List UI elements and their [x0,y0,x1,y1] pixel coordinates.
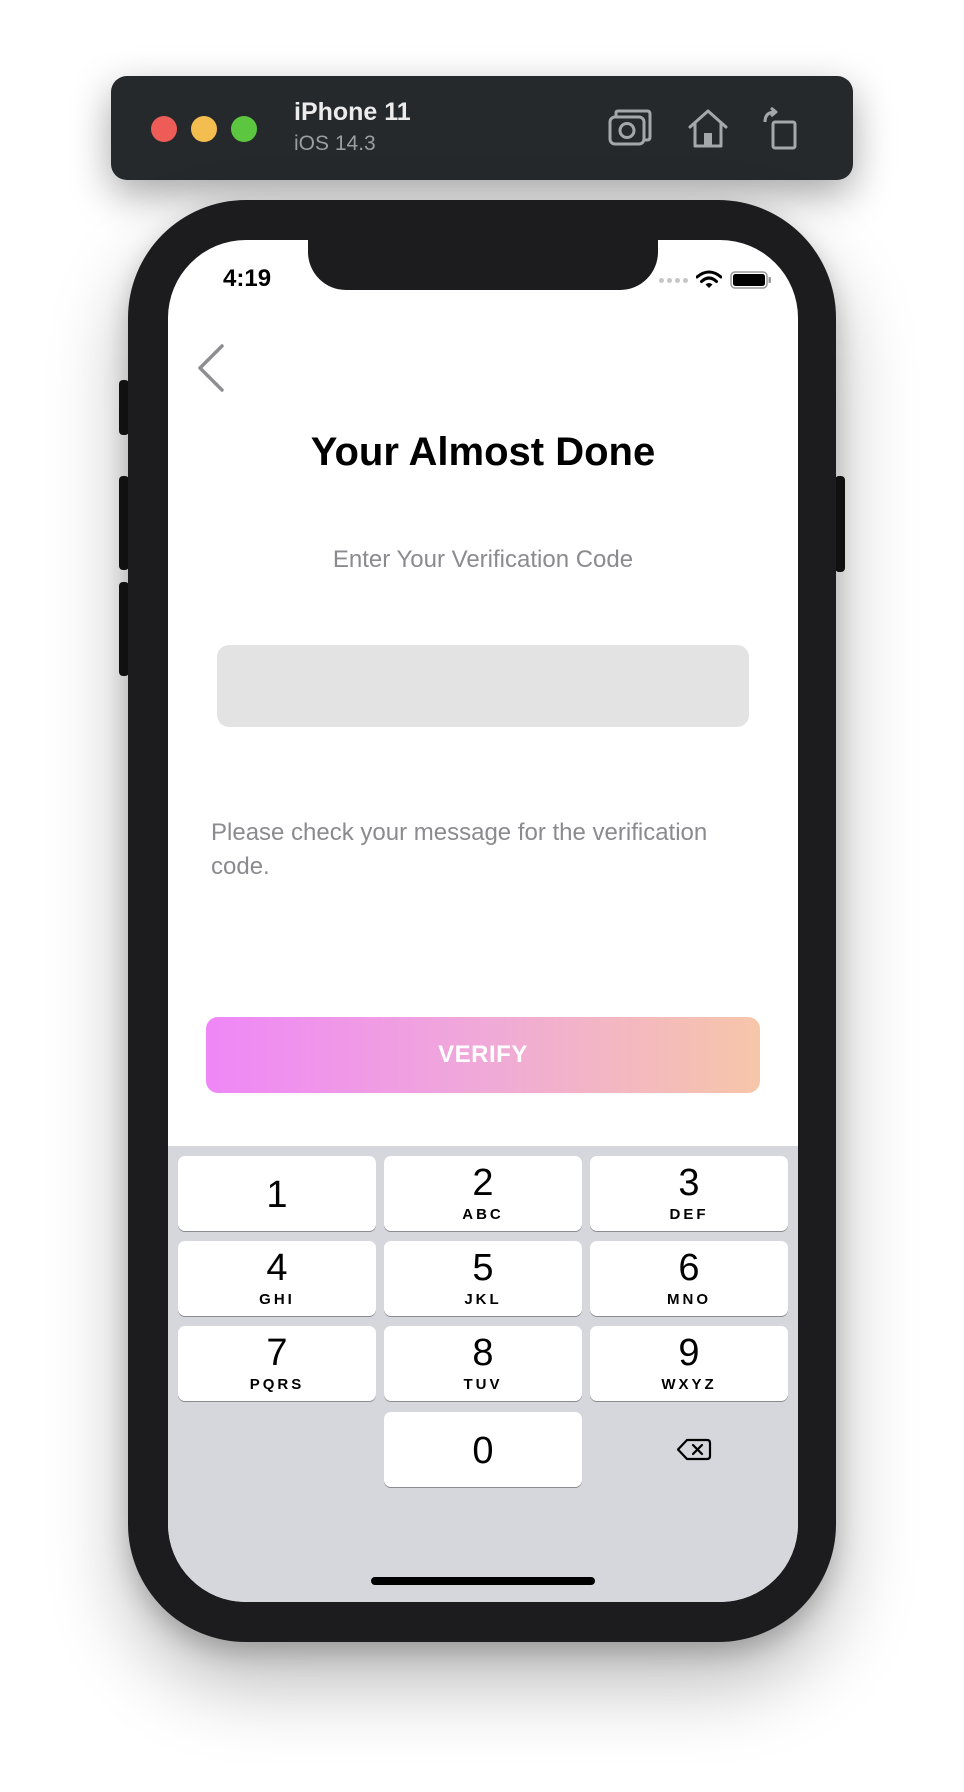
key-1[interactable]: 1 [178,1156,376,1231]
key-digit: 6 [678,1247,700,1289]
power-button [835,476,845,572]
page-title: Your Almost Done [310,430,656,474]
delete-backspace-icon [676,1438,712,1461]
minimize-window-button[interactable] [191,116,217,142]
rotate-button[interactable] [759,106,805,150]
key-9[interactable]: 9 WXYZ [590,1326,788,1401]
phone-screen: 4:19 Your Almost Done Enter Your Verific… [168,240,798,1602]
close-window-button[interactable] [151,116,177,142]
simulator-title-bar: iPhone 11 iOS 14.3 [111,76,853,180]
rotate-icon [763,106,797,150]
cellular-signal-icon [659,277,688,283]
status-time: 4:19 [223,265,272,292]
device-name: iPhone 11 [294,98,411,126]
key-letters: JKL [464,1291,502,1308]
key-7[interactable]: 7 PQRS [178,1326,376,1401]
key-digit: 3 [678,1162,700,1204]
key-digit: 5 [472,1247,494,1289]
verify-button[interactable]: VERIFY [206,1017,760,1093]
home-button[interactable] [685,106,731,150]
verification-hint: Please check your message for the verifi… [211,819,708,880]
key-4[interactable]: 4 GHI [178,1241,376,1316]
wifi-icon [696,270,722,288]
key-letters: GHI [259,1291,295,1308]
key-digit: 1 [266,1174,288,1216]
zoom-window-button[interactable] [231,116,257,142]
os-version: iOS 14.3 [294,132,376,155]
camera-icon [608,109,652,146]
chevron-left-icon [198,344,224,392]
notch [308,240,658,290]
key-letters: ABC [462,1206,504,1223]
key-2[interactable]: 2 ABC [384,1156,582,1231]
key-digit: 4 [266,1247,288,1289]
key-letters: MNO [667,1291,711,1308]
key-8[interactable]: 8 TUV [384,1326,582,1401]
key-digit: 8 [472,1332,494,1374]
status-indicators [659,268,772,292]
verification-subtitle: Enter Your Verification Code [332,546,634,573]
key-letters: WXYZ [661,1376,717,1393]
key-3[interactable]: 3 DEF [590,1156,788,1231]
key-digit: 2 [472,1162,494,1204]
key-5[interactable]: 5 JKL [384,1241,582,1316]
home-indicator [371,1577,595,1585]
back-button[interactable] [190,340,234,396]
verification-code-input[interactable] [217,645,749,727]
key-6[interactable]: 6 MNO [590,1241,788,1316]
battery-icon [730,271,771,289]
delete-key[interactable] [590,1412,788,1487]
numeric-keyboard: 1 2 ABC 3 DEF 4 GHI 5 JKL 6 MNO 7 PQRS 8… [168,1146,798,1602]
key-letters: TUV [463,1376,503,1393]
key-letters: DEF [669,1206,709,1223]
simulator-stage: iPhone 11 iOS 14.3 4:19 Your Almost Done… [0,0,964,1792]
screenshot-button[interactable] [607,106,653,150]
key-letters: PQRS [249,1376,305,1393]
key-digit: 7 [266,1332,288,1374]
key-digit: 0 [472,1430,494,1472]
key-digit: 9 [678,1332,700,1374]
home-icon [688,109,728,148]
key-0[interactable]: 0 [384,1412,582,1487]
